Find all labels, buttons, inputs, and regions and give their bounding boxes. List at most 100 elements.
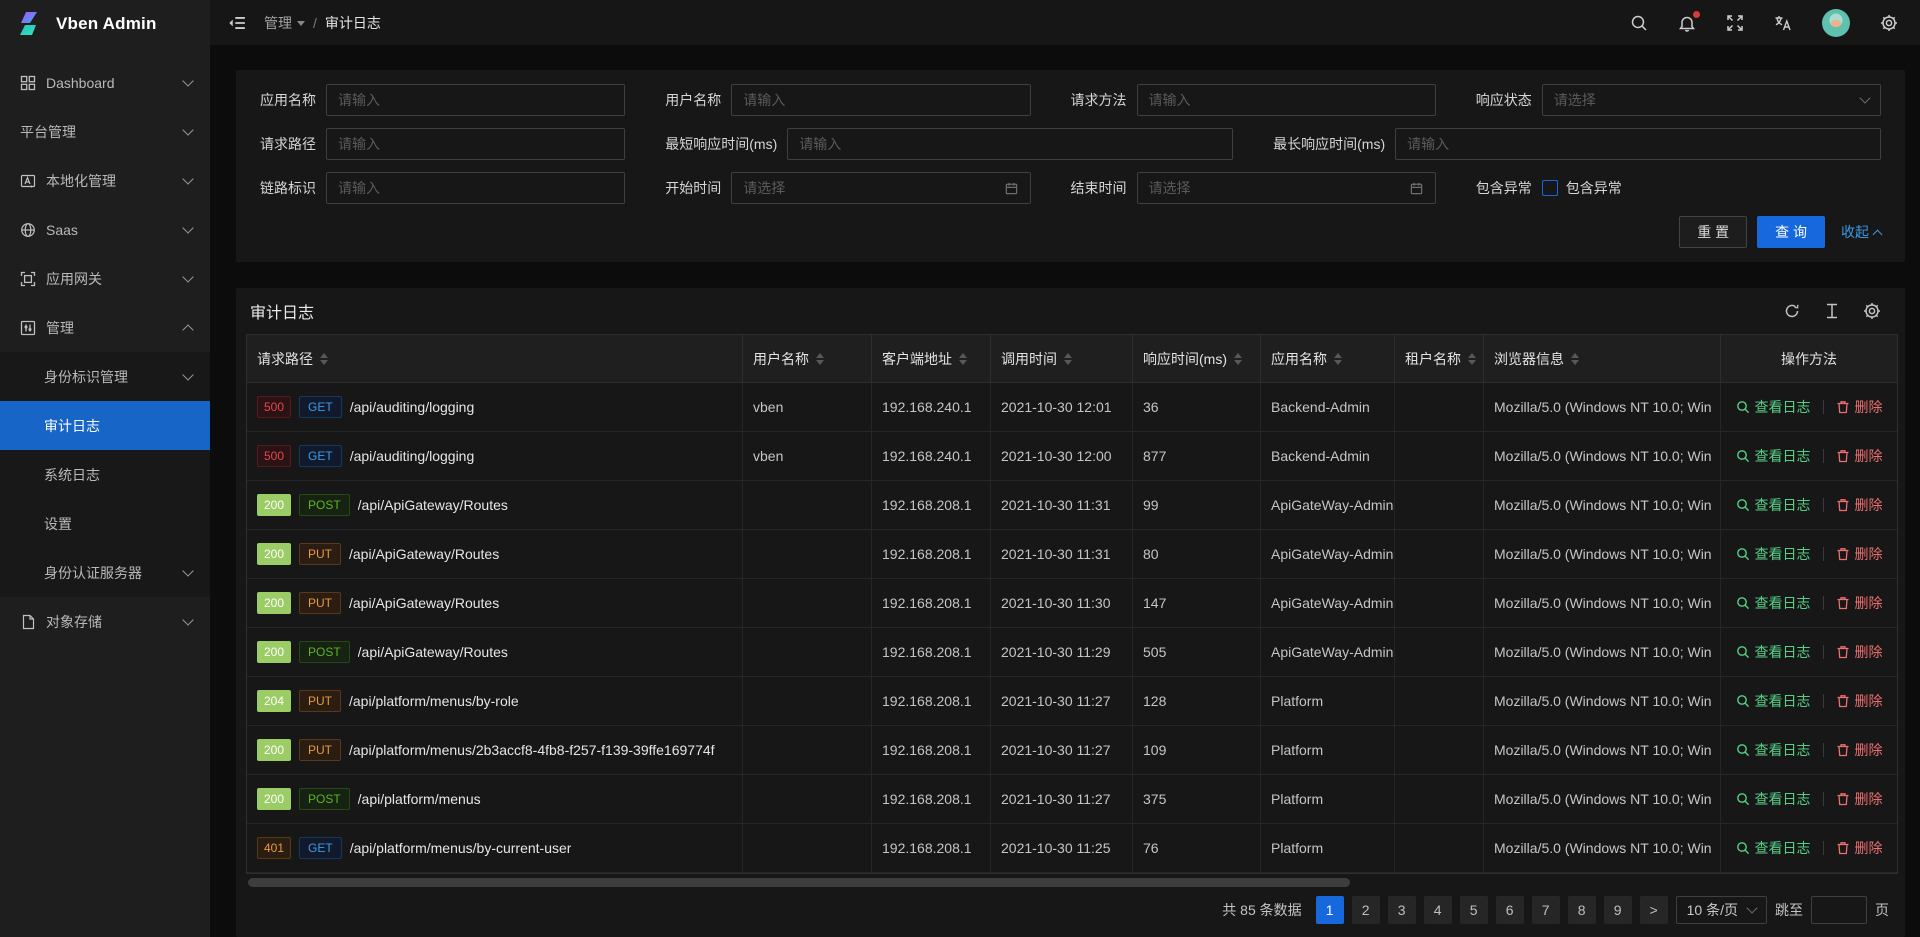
collapse-link[interactable]: 收起 (1841, 222, 1881, 242)
delete-button[interactable]: 删除 (1836, 691, 1883, 711)
query-button[interactable]: 查 询 (1757, 216, 1825, 248)
response-status-select[interactable]: 请选择 (1542, 84, 1881, 116)
action-divider (1823, 498, 1824, 512)
page-button[interactable]: 6 (1496, 896, 1524, 924)
sidebar-item[interactable]: 系统日志 (0, 450, 210, 499)
view-log-button[interactable]: 查看日志 (1736, 691, 1811, 711)
delete-button[interactable]: 删除 (1836, 544, 1883, 564)
delete-button[interactable]: 删除 (1836, 446, 1883, 466)
view-log-button[interactable]: 查看日志 (1736, 740, 1811, 760)
cell-user-name: vben (743, 432, 872, 481)
sidebar-item[interactable]: 身份标识管理 (0, 352, 210, 401)
max-response-time-input[interactable] (1395, 128, 1881, 160)
end-time-picker[interactable]: 请选择 (1137, 172, 1436, 204)
menu-fold-icon[interactable] (228, 14, 246, 32)
sidebar-item[interactable]: 身份认证服务器 (0, 548, 210, 597)
column-header: 操作方法 (1721, 335, 1897, 383)
column-header[interactable]: 租户名称 (1395, 335, 1484, 383)
cell-user-name (743, 530, 872, 579)
view-log-button[interactable]: 查看日志 (1736, 397, 1811, 417)
view-log-button[interactable]: 查看日志 (1736, 495, 1811, 515)
delete-button[interactable]: 删除 (1836, 495, 1883, 515)
include-exception-checkbox[interactable] (1542, 180, 1558, 196)
status-badge: 204 (257, 690, 291, 712)
column-height-icon[interactable] (1823, 302, 1841, 320)
translate-icon[interactable] (1774, 14, 1792, 32)
field-label: 包含异常 (1476, 178, 1532, 198)
view-log-button[interactable]: 查看日志 (1736, 544, 1811, 564)
column-header[interactable]: 客户端地址 (872, 335, 991, 383)
horizontal-scrollbar-track (248, 878, 1893, 887)
view-log-button[interactable]: 查看日志 (1736, 446, 1811, 466)
trace-id-input[interactable] (326, 172, 625, 204)
delete-label: 删除 (1855, 397, 1883, 417)
sidebar-item[interactable]: Saas (0, 205, 210, 254)
notification-icon[interactable] (1678, 14, 1696, 32)
column-settings-icon[interactable] (1863, 302, 1881, 320)
page-button[interactable]: 5 (1460, 896, 1488, 924)
search-icon[interactable] (1630, 14, 1648, 32)
cell-tenant-name (1395, 726, 1484, 775)
chevron-down-icon (182, 614, 193, 625)
sidebar-item[interactable]: 平台管理 (0, 107, 210, 156)
storage-icon (20, 614, 36, 630)
delete-button[interactable]: 删除 (1836, 397, 1883, 417)
jump-page-input[interactable] (1811, 896, 1867, 924)
delete-button[interactable]: 删除 (1836, 740, 1883, 760)
page-button[interactable]: 4 (1424, 896, 1452, 924)
column-header[interactable]: 应用名称 (1261, 335, 1395, 383)
column-header[interactable]: 用户名称 (743, 335, 872, 383)
view-log-button[interactable]: 查看日志 (1736, 838, 1811, 858)
sidebar-item[interactable]: 设置 (0, 499, 210, 548)
delete-button[interactable]: 删除 (1836, 593, 1883, 613)
page-button[interactable]: 2 (1352, 896, 1380, 924)
request-method-input[interactable] (1137, 84, 1436, 116)
breadcrumb-separator: / (313, 15, 317, 31)
sidebar-item[interactable]: Dashboard (0, 58, 210, 107)
refresh-icon[interactable] (1783, 302, 1801, 320)
sidebar-item[interactable]: 应用网关 (0, 254, 210, 303)
field-label: 链路标识 (260, 178, 316, 198)
column-header[interactable]: 调用时间 (991, 335, 1133, 383)
page-button[interactable]: 8 (1568, 896, 1596, 924)
view-log-button[interactable]: 查看日志 (1736, 642, 1811, 662)
column-header[interactable]: 浏览器信息 (1484, 335, 1721, 383)
field-label: 响应状态 (1476, 90, 1532, 110)
delete-button[interactable]: 删除 (1836, 789, 1883, 809)
fullscreen-icon[interactable] (1726, 14, 1744, 32)
search-icon (1736, 400, 1750, 414)
settings-icon[interactable] (1880, 14, 1898, 32)
cell-call-time: 2021-10-30 12:00 (991, 432, 1133, 481)
view-log-button[interactable]: 查看日志 (1736, 593, 1811, 613)
column-label: 客户端地址 (882, 349, 952, 369)
next-page-button[interactable]: > (1640, 896, 1668, 924)
column-header[interactable]: 请求路径 (247, 335, 743, 383)
page-button[interactable]: 7 (1532, 896, 1560, 924)
page-button[interactable]: 3 (1388, 896, 1416, 924)
sidebar-item[interactable]: 管理 (0, 303, 210, 352)
sidebar-item[interactable]: 本地化管理 (0, 156, 210, 205)
view-log-label: 查看日志 (1755, 544, 1811, 564)
view-log-button[interactable]: 查看日志 (1736, 789, 1811, 809)
reset-button[interactable]: 重 置 (1679, 216, 1747, 248)
chevron-down-icon (182, 271, 193, 282)
delete-button[interactable]: 删除 (1836, 642, 1883, 662)
column-header[interactable]: 响应时间(ms) (1133, 335, 1261, 383)
horizontal-scrollbar-thumb[interactable] (248, 878, 1350, 887)
page-size-select[interactable]: 10 条/页 (1676, 896, 1767, 924)
breadcrumb-parent[interactable]: 管理 (264, 13, 305, 33)
start-time-picker[interactable]: 请选择 (731, 172, 1030, 204)
field-request-method: 请求方法 (1071, 84, 1476, 116)
sidebar-item[interactable]: 对象存储 (0, 597, 210, 646)
request-path-input[interactable] (326, 128, 625, 160)
page-button[interactable]: 9 (1604, 896, 1632, 924)
user-name-input[interactable] (731, 84, 1030, 116)
app-name-input[interactable] (326, 84, 625, 116)
logo[interactable]: Vben Admin (0, 0, 210, 48)
min-response-time-input[interactable] (787, 128, 1233, 160)
sidebar-item[interactable]: 审计日志 (0, 401, 210, 450)
delete-button[interactable]: 删除 (1836, 838, 1883, 858)
page-button-active[interactable]: 1 (1316, 896, 1344, 924)
avatar[interactable] (1822, 9, 1850, 37)
checkbox-label: 包含异常 (1566, 178, 1622, 198)
